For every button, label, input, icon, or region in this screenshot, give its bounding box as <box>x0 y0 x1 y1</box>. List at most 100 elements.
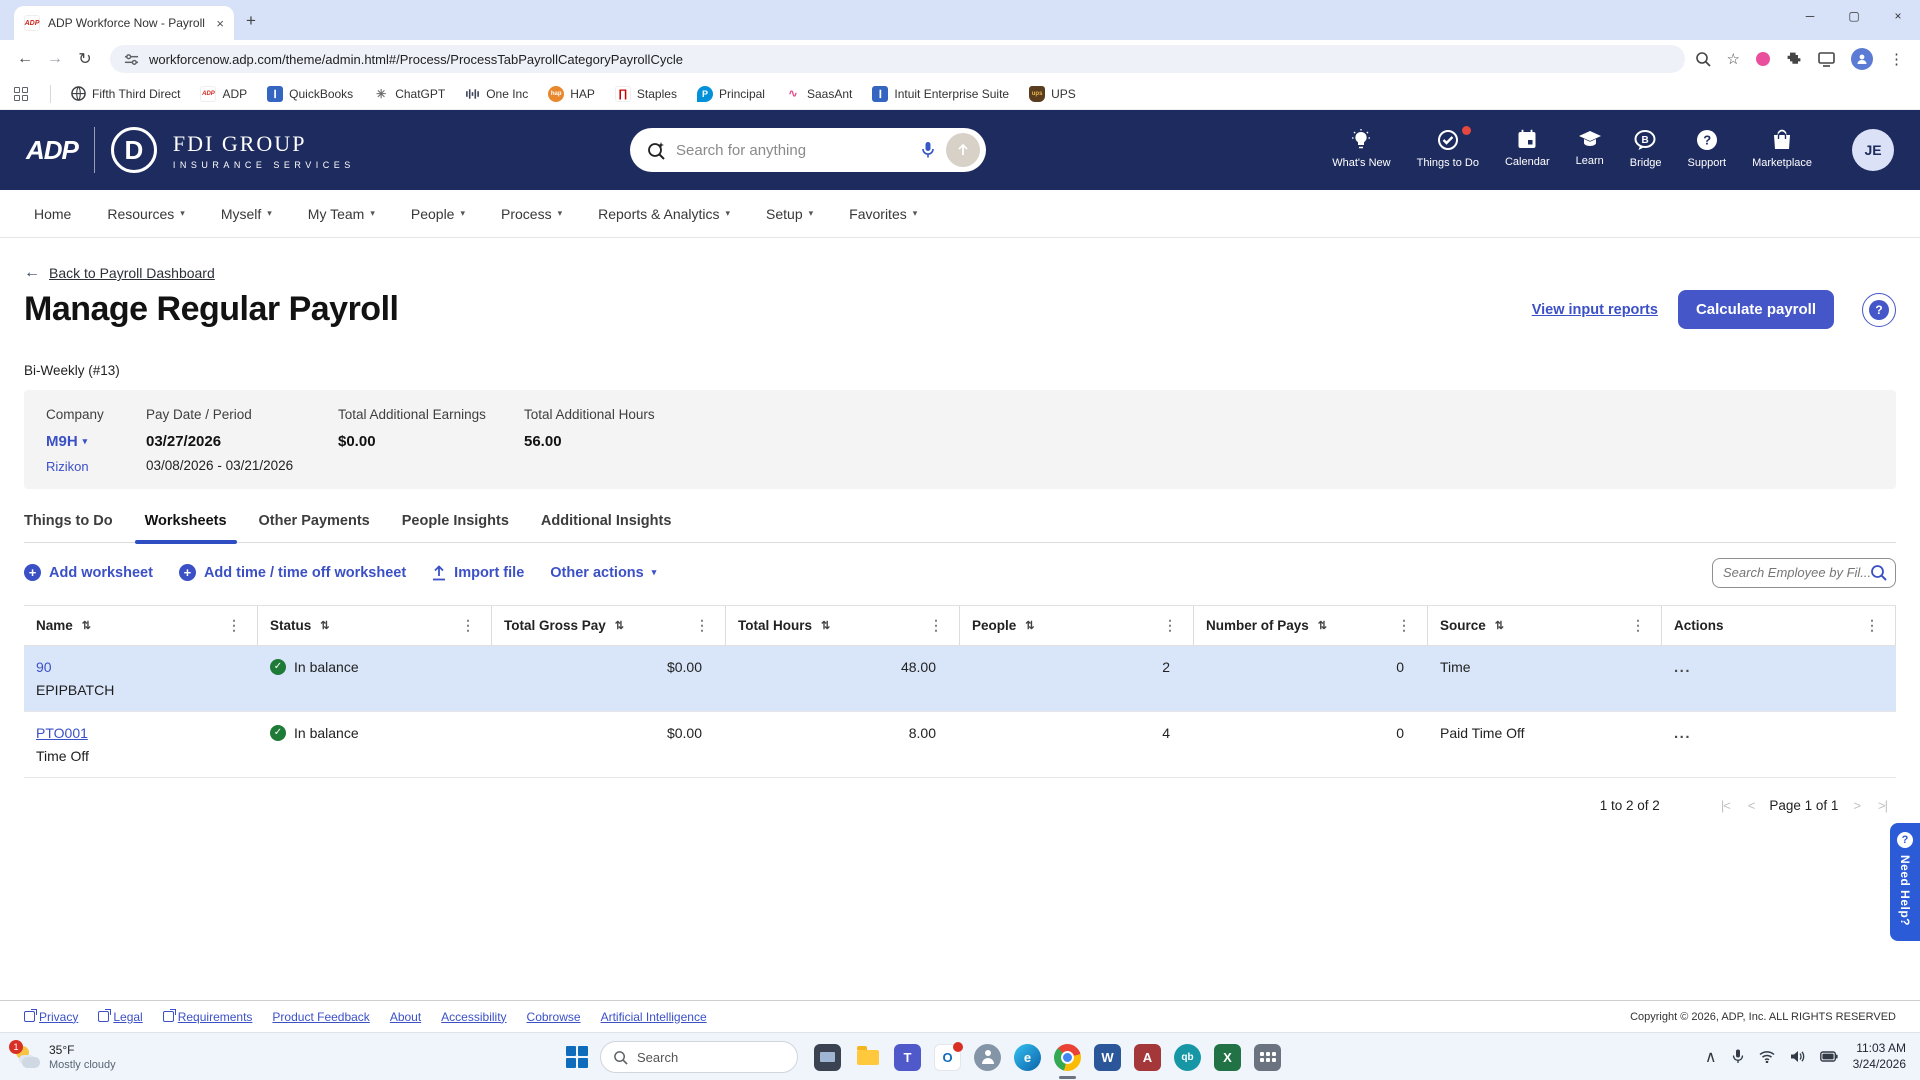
footer-cobrowse-link[interactable]: Cobrowse <box>527 1010 581 1024</box>
nav-favorites[interactable]: Favorites ▾ <box>849 206 917 222</box>
quickbooks-icon[interactable]: qb <box>1174 1043 1201 1071</box>
column-menu-icon[interactable]: ⋮ <box>227 617 249 634</box>
column-header-total-hours[interactable]: Total Hours ⇅ ⋮ <box>726 605 960 645</box>
microphone-tray-icon[interactable] <box>1732 1049 1744 1064</box>
next-page-icon[interactable]: > <box>1853 798 1861 813</box>
forward-icon[interactable]: → <box>40 50 70 68</box>
nav-my-team[interactable]: My Team ▾ <box>308 206 375 222</box>
add-worksheet-button[interactable]: + Add worksheet <box>24 564 153 581</box>
marketplace-button[interactable]: Marketplace <box>1752 129 1812 169</box>
access-icon[interactable]: A <box>1134 1043 1161 1071</box>
whats-new-button[interactable]: What's New <box>1332 129 1391 169</box>
column-header-status[interactable]: Status ⇅ ⋮ <box>258 605 492 645</box>
column-menu-icon[interactable]: ⋮ <box>1631 617 1653 634</box>
tab-close-icon[interactable]: × <box>216 16 224 31</box>
tab-worksheets[interactable]: Worksheets <box>134 513 237 544</box>
calendar-button[interactable]: Calendar <box>1505 129 1550 168</box>
contacts-app-icon[interactable] <box>974 1043 1001 1071</box>
outlook-icon[interactable]: O <box>934 1041 963 1071</box>
view-input-reports-link[interactable]: View input reports <box>1532 302 1658 318</box>
sort-icon[interactable]: ⇅ <box>1495 619 1504 632</box>
footer-legal-link[interactable]: Legal <box>98 1009 143 1024</box>
company-code-dropdown[interactable]: M9H ▾ <box>46 434 146 449</box>
footer-about-link[interactable]: About <box>390 1010 421 1024</box>
browser-menu-icon[interactable]: ⋮ <box>1889 50 1904 68</box>
excel-icon[interactable]: X <box>1214 1043 1241 1071</box>
screen-share-icon[interactable] <box>1818 51 1835 67</box>
nav-reports-analytics[interactable]: Reports & Analytics ▾ <box>598 206 730 222</box>
column-menu-icon[interactable]: ⋮ <box>929 617 951 634</box>
table-row[interactable]: 90 EPIPBATCH ✓ In balance $0.00 48.00 2 0 … <box>24 645 1896 712</box>
worksheet-name-link[interactable]: PTO001 <box>36 725 246 741</box>
user-avatar[interactable]: JE <box>1852 129 1894 171</box>
sort-icon[interactable]: ⇅ <box>821 619 830 632</box>
bookmark-staples[interactable]: ∏ Staples <box>614 85 677 102</box>
calculate-payroll-button[interactable]: Calculate payroll <box>1677 290 1834 329</box>
word-icon[interactable]: W <box>1094 1043 1121 1071</box>
nav-resources[interactable]: Resources ▾ <box>107 206 184 222</box>
nav-home[interactable]: Home <box>34 206 71 222</box>
weather-widget[interactable]: 1 35°F Mostly cloudy <box>9 1039 116 1071</box>
nav-myself[interactable]: Myself ▾ <box>221 206 272 222</box>
need-help-tab[interactable]: ? Need Help? <box>1890 823 1920 941</box>
column-menu-icon[interactable]: ⋮ <box>1163 617 1185 634</box>
column-menu-icon[interactable]: ⋮ <box>1397 617 1419 634</box>
tab-other-payments[interactable]: Other Payments <box>259 513 370 542</box>
tray-chevron-up-icon[interactable]: ∧ <box>1705 1047 1717 1067</box>
bookmark-principal[interactable]: P Principal <box>696 85 765 102</box>
bookmark-adp[interactable]: ADP ADP <box>200 85 247 102</box>
nav-process[interactable]: Process ▾ <box>501 206 562 222</box>
footer-artificial-intelligence-link[interactable]: Artificial Intelligence <box>601 1010 707 1024</box>
browser-profile-avatar[interactable] <box>1851 48 1873 70</box>
column-header-name[interactable]: Name ⇅ ⋮ <box>24 605 258 645</box>
window-maximize-button[interactable]: ▢ <box>1832 0 1876 32</box>
global-search[interactable] <box>630 128 986 172</box>
previous-page-icon[interactable]: < <box>1748 798 1756 813</box>
column-header-source[interactable]: Source ⇅ ⋮ <box>1428 605 1662 645</box>
zoom-icon[interactable] <box>1695 51 1711 67</box>
bookmark-chatgpt[interactable]: ✳ ChatGPT <box>373 85 445 102</box>
footer-accessibility-link[interactable]: Accessibility <box>441 1010 506 1024</box>
add-time-worksheet-button[interactable]: + Add time / time off worksheet <box>178 564 406 581</box>
column-menu-icon[interactable]: ⋮ <box>461 617 483 634</box>
browser-tab[interactable]: ADP ADP Workforce Now - Payroll D × <box>14 6 234 40</box>
employee-search-box[interactable] <box>1712 557 1896 588</box>
remote-desktop-icon[interactable] <box>814 1043 841 1071</box>
address-bar[interactable]: workforcenow.adp.com/theme/admin.html#/P… <box>110 45 1685 73</box>
bookmark-saasant[interactable]: ∿ SaasAnt <box>784 85 852 102</box>
other-actions-dropdown[interactable]: Other actions ▾ <box>550 565 656 581</box>
global-search-input[interactable] <box>676 141 910 159</box>
bookmark-hap[interactable]: hap HAP <box>548 85 595 102</box>
new-tab-button[interactable]: + <box>246 11 256 31</box>
url-text[interactable]: workforcenow.adp.com/theme/admin.html#/P… <box>149 52 683 67</box>
microphone-icon[interactable] <box>920 141 936 159</box>
bookmark-ups[interactable]: ups UPS <box>1029 85 1076 102</box>
site-controls-icon[interactable] <box>124 52 139 67</box>
teams-icon[interactable]: T <box>894 1043 921 1071</box>
taskbar-search[interactable]: Search <box>600 1041 798 1073</box>
search-submit-button[interactable] <box>946 133 980 167</box>
sort-icon[interactable]: ⇅ <box>82 619 91 632</box>
window-close-button[interactable]: × <box>1876 0 1920 32</box>
bookmark-one-inc[interactable]: One Inc <box>465 87 528 101</box>
extensions-puzzle-icon[interactable] <box>1786 51 1802 67</box>
last-page-icon[interactable]: >| <box>1878 798 1888 813</box>
nav-people[interactable]: People ▾ <box>411 206 465 222</box>
start-button[interactable] <box>566 1046 588 1068</box>
window-minimize-button[interactable]: ─ <box>1788 0 1832 32</box>
worksheet-name-link[interactable]: 90 <box>36 659 246 675</box>
employee-search-input[interactable] <box>1723 565 1870 580</box>
bridge-button[interactable]: B Bridge <box>1630 129 1662 169</box>
back-to-dashboard-link[interactable]: Back to Payroll Dashboard <box>49 265 215 281</box>
table-row[interactable]: PTO001 Time Off ✓ In balance $0.00 8.00 4 … <box>24 712 1896 778</box>
bookmark-intuit[interactable]: ❙ Intuit Enterprise Suite <box>872 85 1009 102</box>
tab-things-to-do[interactable]: Things to Do <box>24 513 113 542</box>
sort-icon[interactable]: ⇅ <box>1025 619 1034 632</box>
file-explorer-icon[interactable] <box>854 1044 881 1071</box>
taskbar-clock[interactable]: 11:03 AM 3/24/2026 <box>1853 1041 1906 1072</box>
column-header-people[interactable]: People ⇅ ⋮ <box>960 605 1194 645</box>
reload-icon[interactable]: ↻ <box>70 49 100 69</box>
calculator-icon[interactable] <box>1254 1043 1281 1071</box>
sort-icon[interactable]: ⇅ <box>615 619 624 632</box>
company-name-link[interactable]: Rizikon <box>46 460 146 473</box>
